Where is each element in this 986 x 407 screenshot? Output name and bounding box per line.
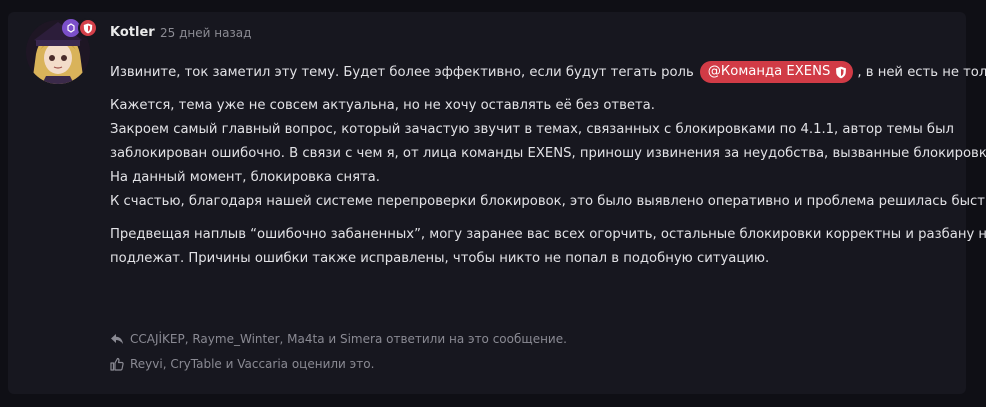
paragraph-2-line: Закроем самый главный вопрос, который за…	[110, 122, 954, 137]
mention-label: @Команда EXENS	[707, 64, 831, 79]
post-card: Kotler 25 дней назад Извините, ток замет…	[8, 12, 986, 394]
paragraph-1: Извините, ток заметил эту тему. Будет бо…	[110, 61, 986, 85]
paragraph-2-line: заблокирован ошибочно. В связи с чем я, …	[110, 146, 986, 161]
avatar-container[interactable]	[26, 18, 98, 88]
role-badge[interactable]	[78, 18, 98, 38]
reactions-text: Reyvi, CryTable и Vaccaria оценили это.	[130, 357, 375, 371]
post-time[interactable]: 25 дней назад	[160, 26, 251, 40]
paragraph-3-line: подлежат. Причины ошибки также исправлен…	[110, 251, 770, 266]
paragraph-2-line: Кажется, тема уже не совсем актуальна, н…	[110, 98, 655, 113]
post-body: Извините, ток заметил эту тему. Будет бо…	[110, 61, 986, 271]
shield-icon	[83, 23, 93, 33]
paragraph-3-line: Предвещая наплыв “ошибочно забаненных”, …	[110, 227, 986, 242]
replies-summary[interactable]: CCAJİKEP, Rayme_Winter, Ma4ta и Simera о…	[110, 332, 567, 346]
paragraph-1-text: Извините, ток заметил эту тему. Будет бо…	[110, 65, 694, 80]
shield-icon	[836, 66, 847, 78]
role-mention[interactable]: @Команда EXENS	[699, 61, 854, 83]
paragraph-2-line: К счастью, благодаря нашей системе переп…	[110, 194, 986, 209]
paragraph-1-tail: , в ней есть не только я.	[857, 65, 986, 80]
author-name[interactable]: Kotler	[110, 25, 155, 40]
paragraph-2-line: На данный момент, блокировка снята.	[110, 170, 380, 185]
replies-text: CCAJİKEP, Rayme_Winter, Ma4ta и Simera о…	[130, 332, 567, 346]
thumbs-up-icon	[110, 357, 124, 371]
staff-icon	[67, 23, 75, 33]
reply-icon	[111, 334, 123, 344]
reactions-summary[interactable]: Reyvi, CryTable и Vaccaria оценили это.	[110, 357, 374, 371]
